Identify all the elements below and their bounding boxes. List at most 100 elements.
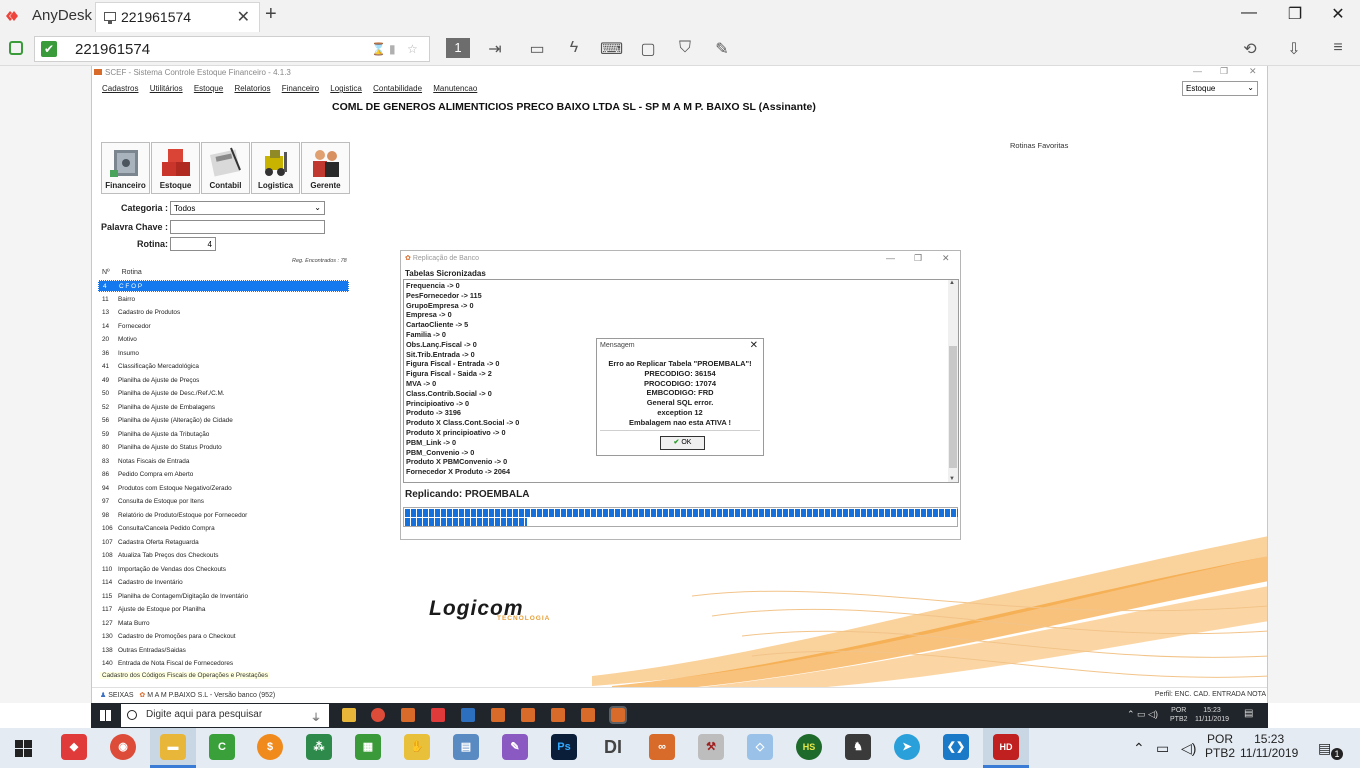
- remote-app-icon[interactable]: [551, 708, 565, 722]
- anydesk-taskbar-icon[interactable]: ◆: [61, 734, 87, 760]
- local-clock[interactable]: 15:23 11/11/2019: [1240, 732, 1298, 760]
- remote-outlook-icon[interactable]: [461, 708, 475, 722]
- close-tab-icon[interactable]: ✕: [237, 7, 250, 27]
- connection-status-icon[interactable]: [9, 41, 23, 55]
- download-icon[interactable]: ⇩: [1283, 39, 1305, 59]
- remote-search-box[interactable]: Digite aqui para pesquisar ⏚: [121, 704, 329, 727]
- remote-chrome-icon[interactable]: [371, 708, 385, 722]
- routine-list-item[interactable]: 98 Relatório de Produto/Estoque por Forne…: [98, 510, 349, 522]
- scroll-thumb[interactable]: [949, 346, 957, 468]
- routine-list-item[interactable]: 20 Motivo: [98, 334, 349, 346]
- hs-app-icon[interactable]: HS: [796, 734, 822, 760]
- module-contabil-button[interactable]: Contabil: [201, 142, 250, 194]
- camtasia-icon[interactable]: C: [209, 734, 235, 760]
- synced-tables-scrollbar[interactable]: ▲ ▼: [948, 280, 958, 482]
- remote-app-active-icon[interactable]: [609, 706, 627, 724]
- app-minimize-icon[interactable]: —: [1193, 66, 1202, 76]
- routine-list-item[interactable]: 41 Classificação Mercadológica: [98, 361, 349, 373]
- routine-list-item[interactable]: 4 C F O P: [98, 280, 349, 292]
- remote-clock[interactable]: 15:23 11/11/2019: [1195, 706, 1229, 724]
- remote-folder-icon[interactable]: [342, 708, 356, 722]
- spreadsheet-app-icon[interactable]: ▦: [355, 734, 381, 760]
- module-gerente-button[interactable]: Gerente: [301, 142, 350, 194]
- menu-cadastros[interactable]: Cadastros: [102, 84, 138, 93]
- history-icon[interactable]: ⟲: [1239, 39, 1261, 59]
- money-app-icon[interactable]: $: [257, 734, 283, 760]
- ok-button[interactable]: ✔ OK: [660, 436, 705, 450]
- database-app-icon[interactable]: ▤: [453, 734, 479, 760]
- transfer-icon[interactable]: ⇥: [484, 39, 506, 59]
- module-select[interactable]: Estoque ⌄: [1182, 81, 1258, 96]
- file-explorer-icon[interactable]: ▬: [160, 734, 186, 760]
- routine-list-item[interactable]: 14 Fornecedor: [98, 321, 349, 333]
- menu-financeiro[interactable]: Financeiro: [282, 84, 319, 93]
- network-app-icon[interactable]: ⁂: [306, 734, 332, 760]
- categoria-select[interactable]: Todos ⌄: [170, 201, 325, 215]
- routine-list-item[interactable]: 117 Ajuste de Estoque por Planilha: [98, 604, 349, 616]
- hand-app-icon[interactable]: ✋: [404, 734, 430, 760]
- close-window-icon[interactable]: ✕: [1323, 4, 1353, 24]
- module-financeiro-button[interactable]: Financeiro: [101, 142, 150, 194]
- routine-list-item[interactable]: 140 Entrada de Nota Fiscal de Fornecedore…: [98, 658, 349, 670]
- permissions-shield-icon[interactable]: ⛉: [674, 39, 696, 57]
- local-language[interactable]: POR PTB2: [1205, 732, 1235, 760]
- address-bar[interactable]: ✔ 221961574 ⌛ ▮ ☆: [34, 36, 430, 62]
- warrior-app-icon[interactable]: ♞: [845, 734, 871, 760]
- windows-start-icon[interactable]: [15, 740, 32, 757]
- anydesk-session-tab[interactable]: 221961574 ✕: [95, 2, 260, 32]
- remote-start-icon[interactable]: [100, 710, 111, 721]
- photoshop-icon[interactable]: Ps: [551, 734, 577, 760]
- routine-list-item[interactable]: 36 Insumo: [98, 348, 349, 360]
- routine-list-item[interactable]: 138 Outras Entradas/Saidas: [98, 645, 349, 657]
- routine-list-item[interactable]: 130 Cadastro de Promoções para o Checkout: [98, 631, 349, 643]
- dialog-minimize-icon[interactable]: —: [886, 253, 895, 263]
- routine-list-item[interactable]: 11 Bairro: [98, 294, 349, 306]
- menu-relatorios[interactable]: Relatorios: [234, 84, 270, 93]
- remote-notification-icon[interactable]: ▤: [1244, 709, 1253, 719]
- tools-app-icon[interactable]: ⚒: [698, 734, 724, 760]
- actions-lightning-icon[interactable]: ϟ: [563, 39, 585, 57]
- routine-list-item[interactable]: 94 Produtos com Estoque Negativo/Zerado: [98, 483, 349, 495]
- remote-desktop[interactable]: SCEF - Sistema Controle Estoque Financei…: [91, 66, 1268, 703]
- paint-app-icon[interactable]: ✎: [502, 734, 528, 760]
- vscode-icon[interactable]: ❮❯: [943, 734, 969, 760]
- routine-list-item[interactable]: 86 Pedido Compra em Aberto: [98, 469, 349, 481]
- display-settings-icon[interactable]: ▢: [637, 39, 659, 59]
- remote-anydesk-icon[interactable]: [431, 708, 445, 722]
- menu-manutencao[interactable]: Manutencao: [433, 84, 477, 93]
- show-hidden-icons-chevron-icon[interactable]: ⌃: [1133, 740, 1145, 757]
- routine-list-item[interactable]: 114 Cadastro de Inventário: [98, 577, 349, 589]
- chat-icon[interactable]: ▭: [526, 39, 548, 59]
- remote-app-icon[interactable]: [521, 708, 535, 722]
- module-estoque-button[interactable]: Estoque: [151, 142, 200, 194]
- remote-app-icon[interactable]: [401, 708, 415, 722]
- routine-list-item[interactable]: 107 Cadastra Oferta Retaguarda: [98, 537, 349, 549]
- routine-list-item[interactable]: 106 Consulta/Cancela Pedido Compra: [98, 523, 349, 535]
- cube-app-icon[interactable]: ◇: [747, 734, 773, 760]
- remote-language[interactable]: POR PTB2: [1170, 706, 1188, 724]
- remote-app-icon[interactable]: [581, 708, 595, 722]
- di-app-icon[interactable]: DI: [600, 734, 626, 760]
- app-close-icon[interactable]: ✕: [1249, 66, 1257, 77]
- routine-list-item[interactable]: 115 Planilha de Contagem/Digitação de Inv…: [98, 591, 349, 603]
- routine-list-item[interactable]: 127 Mata Burro: [98, 618, 349, 630]
- address-input[interactable]: 221961574: [75, 41, 150, 58]
- palavra-chave-input[interactable]: [170, 220, 325, 234]
- app-restore-icon[interactable]: ❐: [1220, 66, 1228, 77]
- dialog-restore-icon[interactable]: ❐: [914, 253, 922, 264]
- remote-app-icon[interactable]: [491, 708, 505, 722]
- restore-icon[interactable]: ❐: [1280, 4, 1310, 24]
- hd-app-icon[interactable]: HD: [993, 734, 1019, 760]
- routine-list-item[interactable]: 97 Consulta de Estoque por Itens: [98, 496, 349, 508]
- routine-list-item[interactable]: 13 Cadastro de Produtos: [98, 307, 349, 319]
- whiteboard-pen-icon[interactable]: ✎: [711, 39, 733, 59]
- module-logistica-button[interactable]: Logistica: [251, 142, 300, 194]
- scroll-up-icon[interactable]: ▲: [949, 280, 955, 286]
- display-number-button[interactable]: 1: [446, 38, 470, 58]
- new-tab-icon[interactable]: +: [265, 3, 277, 26]
- logicom-app-icon[interactable]: ∞: [649, 734, 675, 760]
- volume-icon[interactable]: ◁): [1181, 740, 1196, 757]
- routine-list-item[interactable]: 50 Planilha de Ajuste de Desc./Ref./C.M.: [98, 388, 349, 400]
- menu-contabilidade[interactable]: Contabilidade: [373, 84, 422, 93]
- dialog-close-icon[interactable]: ✕: [942, 253, 950, 264]
